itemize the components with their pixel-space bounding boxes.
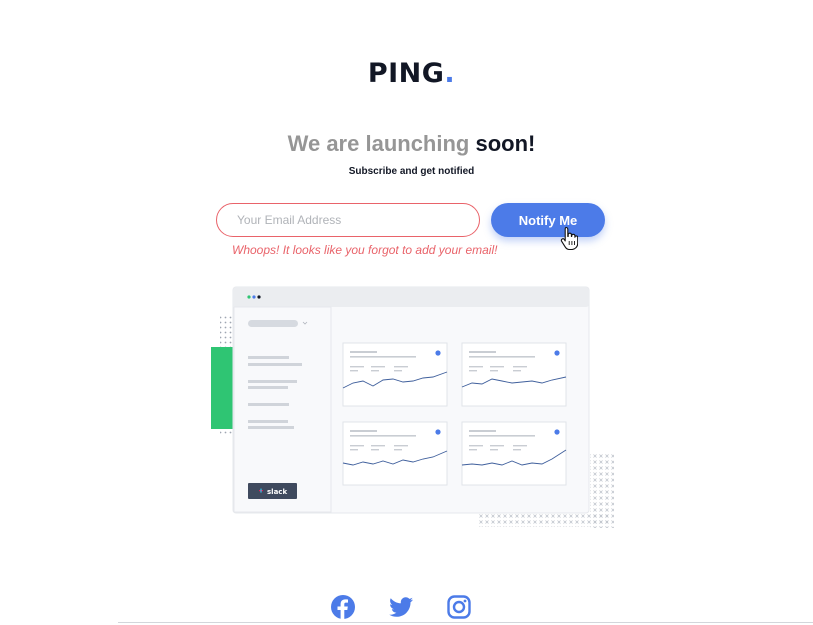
chart-card-3	[342, 421, 448, 486]
email-input[interactable]	[216, 203, 480, 237]
slack-badge-label: slack	[267, 488, 287, 496]
window-dot-green	[247, 295, 251, 299]
brand-name: PING	[367, 58, 445, 89]
window-dot-blue	[252, 295, 256, 299]
page-subtitle: Subscribe and get notified	[348, 166, 475, 177]
headline-emphasis: soon!	[475, 131, 536, 156]
brand-dot: .	[444, 58, 456, 89]
chart-card-4	[461, 421, 567, 486]
hand-cursor-icon	[560, 226, 578, 250]
notify-me-button[interactable]: Notify Me	[491, 203, 605, 237]
page-headline: We are launching soon!	[0, 131, 813, 157]
chart-card-2	[461, 342, 567, 407]
footer-divider	[118, 622, 813, 623]
chart-card-1	[342, 342, 448, 407]
email-error-message: Whoops! It looks like you forgot to add …	[232, 243, 498, 257]
dashboard-illustration: slack	[211, 286, 614, 528]
sidebar-panel: slack	[233, 306, 332, 513]
decor-x-grid-bottom	[478, 513, 608, 527]
social-links	[0, 594, 813, 622]
instagram-icon[interactable]	[446, 594, 472, 620]
twitter-icon[interactable]	[388, 594, 414, 620]
brand-logo: PING.	[0, 58, 813, 89]
headline-lead: We are launching	[287, 131, 470, 156]
facebook-icon[interactable]	[330, 594, 356, 620]
window-dot-dark	[257, 295, 261, 299]
